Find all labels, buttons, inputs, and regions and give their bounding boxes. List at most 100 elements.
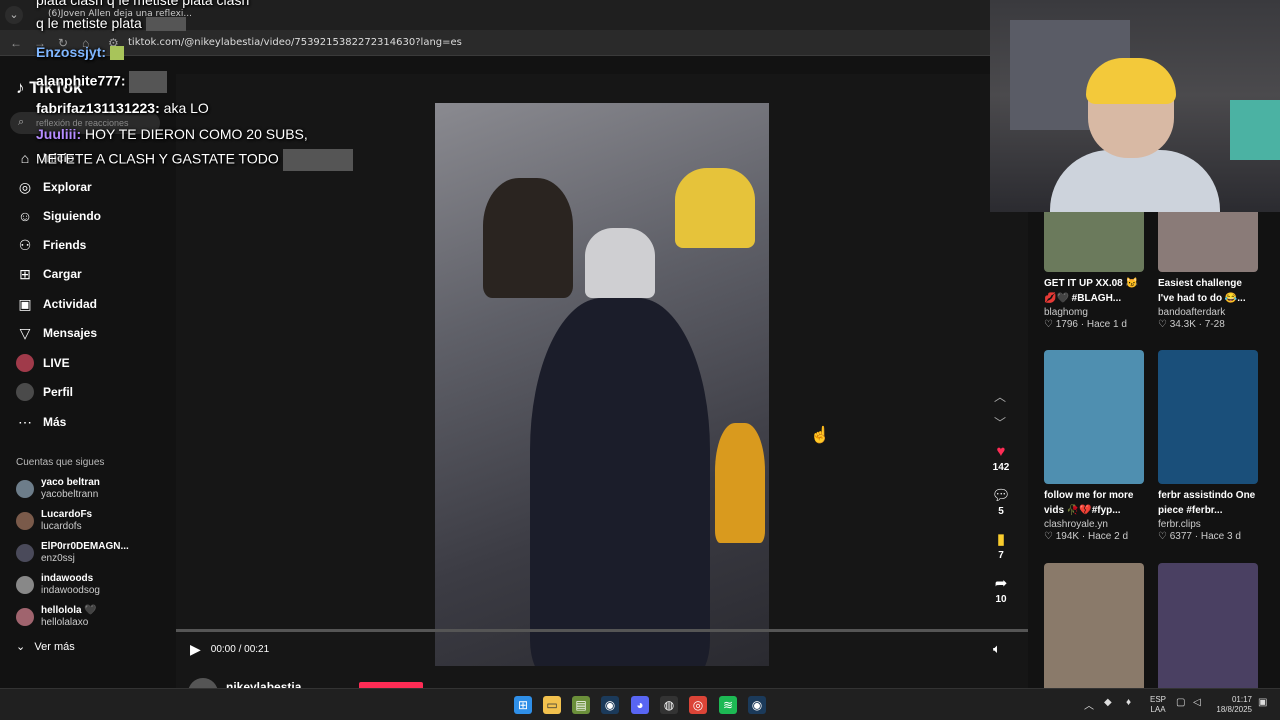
tray-chevron-up-icon[interactable]: ︿: [1084, 697, 1094, 712]
recommendation-user[interactable]: ferbr.clips: [1158, 519, 1258, 530]
tiktok-logo-text: TikTok: [29, 78, 83, 97]
play-icon[interactable]: ▶: [190, 641, 201, 658]
sidebar-item-label: Friends: [43, 238, 87, 252]
tab-list-chevron-icon[interactable]: ⌄: [5, 6, 23, 24]
tab-title[interactable]: (6)Joven Allen deja una reflexi...: [48, 9, 192, 19]
share-button[interactable]: ➦ 10: [990, 574, 1012, 605]
sidebar-item-perfil[interactable]: Perfil: [16, 381, 73, 403]
activity-icon: ▣: [18, 295, 32, 312]
screen: ⌄ (6)Joven Allen deja una reflexi... ← →…: [0, 0, 1280, 720]
recommendation-user[interactable]: bandoafterdark: [1158, 307, 1258, 318]
recommendation-title[interactable]: Easiest challenge I've had to do 😂...: [1158, 276, 1258, 306]
following-header: Cuentas que sigues: [16, 457, 105, 468]
avatar: [16, 608, 34, 626]
sidebar-item-label: Inicio: [43, 151, 75, 165]
recommendation-card[interactable]: ferbr assistindo One piece #ferbr... fer…: [1158, 350, 1258, 542]
share-count: 10: [995, 594, 1007, 605]
recommendation-title[interactable]: follow me for more vids 🥀💔#fyp...: [1044, 488, 1144, 518]
obs-icon[interactable]: ◍: [660, 696, 678, 714]
file-explorer-icon[interactable]: ▭: [543, 696, 561, 714]
sidebar-item-friends[interactable]: ⚇ Friends: [16, 234, 87, 256]
forward-arrow-icon[interactable]: →: [34, 36, 46, 50]
chevron-up-icon[interactable]: ︿: [994, 388, 1006, 405]
video-person: [483, 178, 573, 298]
more-icon: ⋯: [18, 413, 32, 430]
tiktok-logo[interactable]: ♪ TikTok: [16, 78, 82, 98]
recommendation-thumbnail[interactable]: [1158, 350, 1258, 484]
language-indicator[interactable]: ESP LAA: [1150, 695, 1166, 715]
reload-icon[interactable]: ↻: [58, 36, 68, 50]
recommendation-card[interactable]: [1044, 563, 1144, 697]
messages-icon: ▽: [19, 324, 31, 341]
sidebar-item-mensajes[interactable]: ▽ Mensajes: [16, 322, 97, 344]
sidebar-item-actividad[interactable]: ▣ Actividad: [16, 293, 97, 315]
discord-icon[interactable]: ◕: [631, 696, 649, 714]
recommendation-thumbnail[interactable]: [1044, 350, 1144, 484]
profile-icon: [16, 383, 34, 401]
like-button[interactable]: ♥ 142: [990, 443, 1012, 473]
url-field[interactable]: tiktok.com/@nikeylabestia/video/75392153…: [128, 37, 462, 48]
recommendation-stats: ♡ 34.3K · 7-28: [1158, 319, 1225, 330]
see-more-button[interactable]: ⌄ Ver más: [16, 640, 75, 653]
notifications-icon[interactable]: ▣: [1258, 697, 1267, 708]
sidebar-item-label: Perfil: [43, 385, 74, 399]
sidebar-item-mas[interactable]: ⋯ Más: [16, 411, 66, 433]
steam-icon[interactable]: ◉: [601, 696, 619, 714]
tiktok-sidebar: ♪ TikTok ⌕ reflexión de reacciones ⌂ Inic…: [0, 56, 176, 688]
recommendation-thumbnail[interactable]: [1044, 563, 1144, 697]
recommendations-panel: GET IT UP XX.08 😼💋🖤 #BLAGH... blaghomg ♡…: [1030, 138, 1280, 697]
video-frame[interactable]: [435, 103, 769, 666]
volume-icon[interactable]: 🔈︎: [993, 641, 1001, 657]
save-button[interactable]: ▮ 7: [990, 530, 1012, 561]
sidebar-item-siguiendo[interactable]: ☺ Siguiendo: [16, 205, 101, 227]
hand-cursor-icon: ☝: [810, 427, 830, 444]
chevron-down-icon: ⌄: [16, 641, 26, 653]
site-info-icon[interactable]: ⚙: [108, 36, 119, 50]
user-follow-icon: ☺: [17, 208, 33, 224]
sidebar-item-live[interactable]: LIVE: [16, 352, 70, 374]
sidebar-item-cargar[interactable]: ⊞ Cargar: [16, 263, 82, 285]
video-person: [675, 168, 755, 248]
spotify-icon[interactable]: ≋: [719, 696, 737, 714]
sidebar-item-label: Cargar: [43, 267, 82, 281]
avatar: [16, 480, 34, 498]
upload-icon: ⊞: [19, 265, 31, 282]
recommendation-card[interactable]: [1158, 563, 1258, 697]
recommendation-title[interactable]: ferbr assistindo One piece #ferbr...: [1158, 488, 1258, 518]
recommendation-stats: ♡ 194K · Hace 2 d: [1044, 531, 1129, 542]
share-icon: ➦: [994, 575, 1008, 592]
following-name: yaco beltran: [41, 477, 100, 488]
clock-time: 01:17: [1231, 695, 1252, 704]
back-arrow-icon[interactable]: ←: [10, 36, 22, 50]
search-input[interactable]: ⌕ reflexión de reacciones: [10, 112, 160, 134]
following-handle: yacobeltrann: [41, 489, 99, 500]
app-icon[interactable]: ▤: [572, 696, 590, 714]
avatar: [16, 512, 34, 530]
windows-start-icon[interactable]: ⊞: [514, 696, 532, 714]
compass-icon: ◎: [18, 178, 32, 195]
sidebar-item-inicio[interactable]: ⌂ Inicio: [16, 147, 75, 169]
recommendation-user[interactable]: clashroyale.yn: [1044, 519, 1144, 530]
browser-tab-bar: ⌄ (6)Joven Allen deja una reflexi...: [0, 0, 990, 30]
recommendation-card[interactable]: follow me for more vids 🥀💔#fyp... clashr…: [1044, 350, 1144, 542]
home-icon[interactable]: ⌂: [82, 36, 89, 50]
network-icon[interactable]: ▢: [1176, 697, 1185, 708]
steam-icon[interactable]: ◉: [748, 696, 766, 714]
microphone-icon[interactable]: ♦: [1126, 697, 1131, 708]
tray-shield-icon[interactable]: ◆: [1104, 697, 1112, 708]
chrome-icon[interactable]: ◎: [689, 696, 707, 714]
video-progress-bar[interactable]: [176, 629, 1028, 632]
sidebar-item-explorar[interactable]: ◎ Explorar: [16, 176, 92, 198]
avatar: [16, 544, 34, 562]
comment-button[interactable]: 💬︎ 5: [990, 486, 1012, 517]
live-icon: [16, 354, 34, 372]
recommendation-stats: ♡ 1796 · Hace 1 d: [1044, 319, 1127, 330]
recommendation-title[interactable]: GET IT UP XX.08 😼💋🖤 #BLAGH...: [1044, 276, 1144, 306]
chevron-down-icon[interactable]: ﹀: [994, 414, 1006, 431]
recommendation-thumbnail[interactable]: [1158, 563, 1258, 697]
following-handle: hellolalaxo: [41, 617, 89, 628]
recommendation-user[interactable]: blaghomg: [1044, 307, 1144, 318]
system-clock[interactable]: 01:17 18/8/2025: [1216, 695, 1252, 715]
volume-icon[interactable]: ◁: [1193, 697, 1201, 708]
see-more-label: Ver más: [34, 641, 75, 653]
